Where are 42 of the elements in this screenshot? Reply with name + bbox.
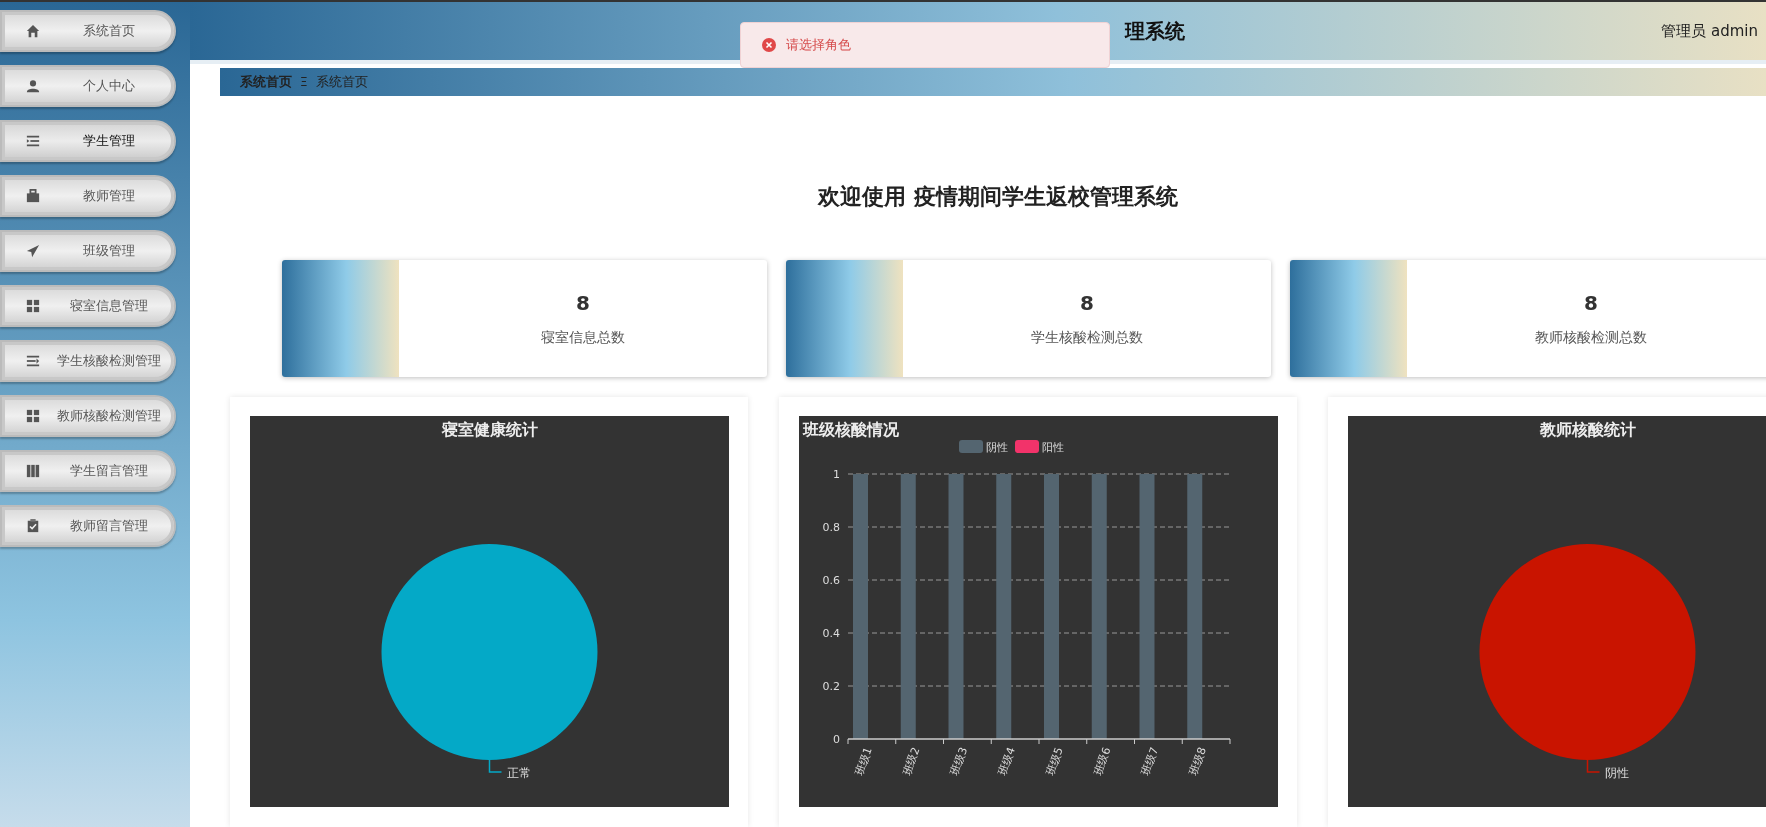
stat-label: 教师核酸检测总数 [1535, 328, 1647, 347]
sidebar-item[interactable]: 学生留言管理 [0, 450, 176, 492]
x-tick-label: 班级5 [1043, 745, 1066, 778]
y-tick-label: 0.2 [822, 680, 840, 693]
stat-value: 8 [1080, 290, 1094, 315]
toast-message: 请选择角色 [786, 36, 851, 54]
user-name: 管理员 admin [1661, 21, 1758, 41]
legend-label: 阴性 [986, 441, 1008, 454]
stat-value: 8 [1584, 290, 1598, 315]
legend-label: 阳性 [1042, 441, 1064, 454]
x-tick-label: 班级4 [995, 745, 1018, 778]
x-tick-label: 班级6 [1091, 745, 1114, 778]
x-tick-label: 班级7 [1139, 745, 1162, 778]
sidebar-item[interactable]: 学生核酸检测管理 [0, 340, 176, 382]
y-tick-label: 1 [833, 468, 840, 481]
chart-title: 教师核酸统计 [1539, 420, 1636, 439]
x-tick-label: 班级8 [1186, 745, 1209, 778]
x-tick-label: 班级3 [948, 745, 971, 778]
chart-title: 班级核酸情况 [803, 420, 899, 439]
slice-label: 阴性 [1604, 766, 1629, 780]
sidebar-item[interactable]: 教师管理 [0, 175, 176, 217]
sidebar-item[interactable]: 系统首页 [0, 10, 176, 52]
sidebar-item[interactable]: 教师留言管理 [0, 505, 176, 547]
stat-label: 学生核酸检测总数 [1031, 328, 1143, 347]
sidebar-item[interactable]: 教师核酸检测管理 [0, 395, 176, 437]
x-tick-label: 班级2 [900, 745, 923, 778]
sidebar-item[interactable]: 个人中心 [0, 65, 176, 107]
welcome-title: 欢迎使用 疫情期间学生返校管理系统 [816, 183, 1179, 211]
y-tick-label: 0.6 [822, 574, 840, 587]
sidebar-item[interactable]: 学生管理 [0, 120, 176, 162]
y-tick-label: 0.4 [822, 627, 840, 640]
y-tick-label: 0.8 [822, 521, 840, 534]
stat-value: 8 [576, 290, 590, 315]
breadcrumb-separator: Ξ [300, 75, 308, 89]
app-title: 理系统 [1125, 17, 1185, 45]
y-tick-label: 0 [833, 733, 840, 746]
chart-title: 寝室健康统计 [441, 420, 538, 439]
sidebar-item[interactable]: 班级管理 [0, 230, 176, 272]
x-tick-label: 班级1 [852, 745, 875, 778]
sidebar-item[interactable]: 寝室信息管理 [0, 285, 176, 327]
slice-label: 正常 [506, 766, 531, 780]
stat-label: 寝室信息总数 [541, 328, 625, 347]
